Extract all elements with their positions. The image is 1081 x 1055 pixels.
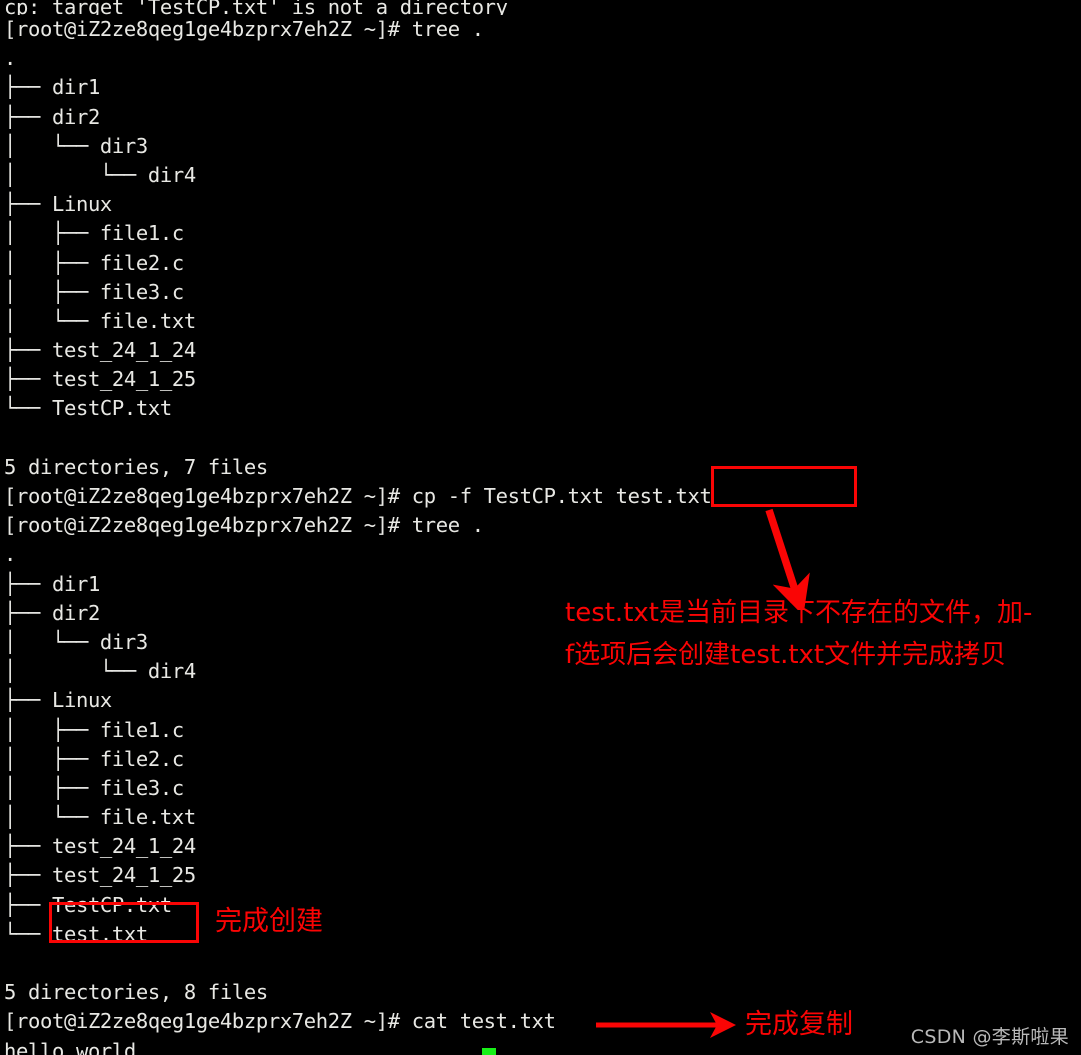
- terminal-line-summary-1: 5 directories, 7 files: [4, 454, 268, 479]
- terminal-line-test24125-2: ├── test_24_1_25: [4, 863, 196, 888]
- terminal-line-linux-2: ├── Linux: [4, 688, 112, 713]
- terminal-line-prompt-tree-2: [root@iZ2ze8qeg1ge4bzprx7eh2Z ~]# tree .: [4, 513, 484, 538]
- terminal-line-dir1-1: ├── dir1: [4, 75, 100, 100]
- terminal-line-filetxt-1: │ └── file.txt: [4, 308, 196, 333]
- terminal-line-summary-2: 5 directories, 8 files: [4, 980, 268, 1005]
- terminal-line-prompt-tree-1: [root@iZ2ze8qeg1ge4bzprx7eh2Z ~]# tree .: [4, 17, 484, 41]
- terminal-line-test24125-1: ├── test_24_1_25: [4, 367, 196, 392]
- terminal-window: cp: target 'TestCP.txt' is not a directo…: [0, 0, 1081, 1055]
- terminal-line-file1c-2: │ ├── file1.c: [4, 717, 184, 742]
- terminal-line-prompt-cp: [root@iZ2ze8qeg1ge4bzprx7eh2Z ~]# cp -f …: [4, 484, 712, 508]
- terminal-line-file3c-1: │ ├── file3.c: [4, 279, 184, 304]
- terminal-line-blank-1: [4, 424, 1081, 453]
- terminal-line-test24124-2: ├── test_24_1_24: [4, 834, 196, 859]
- terminal-line-file1c-1: │ ├── file1.c: [4, 221, 184, 246]
- terminal-output[interactable]: cp: target 'TestCP.txt' is not a directo…: [4, 0, 1081, 1055]
- terminal-line-testtxt-new: └── test.txt: [4, 921, 148, 946]
- terminal-line-file2c-2: │ ├── file2.c: [4, 746, 184, 771]
- annotation-paragraph: test.txt是当前目录下不存在的文件，加-f选项后会创建test.txt文件…: [565, 598, 1033, 670]
- terminal-line-file3c-2: │ ├── file3.c: [4, 775, 184, 800]
- terminal-cursor: [482, 1048, 496, 1055]
- watermark: CSDN @李斯啦果: [910, 1026, 1069, 1048]
- annotation-created-label: 完成创建: [215, 906, 323, 937]
- annotation-copied-label: 完成复制: [745, 1009, 853, 1040]
- terminal-line-testcptxt-1: └── TestCP.txt: [4, 396, 172, 421]
- terminal-line-linux-1: ├── Linux: [4, 192, 112, 217]
- terminal-line-testcptxt-2: ├── TestCP.txt: [4, 892, 172, 917]
- terminal-line-error: cp: target 'TestCP.txt' is not a directo…: [4, 0, 508, 15]
- terminal-line-filetxt-2: │ └── file.txt: [4, 805, 196, 830]
- terminal-line-test24124-1: ├── test_24_1_24: [4, 338, 196, 363]
- terminal-line-dir4-1: │ └── dir4: [4, 162, 196, 187]
- terminal-line-file2c-1: │ ├── file2.c: [4, 250, 184, 275]
- terminal-line-blank-2: [4, 949, 1081, 978]
- terminal-line-tree-root-1: .: [4, 46, 16, 71]
- terminal-line-dir2-1: ├── dir2: [4, 104, 100, 129]
- terminal-line-tree-root-2: .: [4, 542, 16, 567]
- terminal-line-dir3-1: │ └── dir3: [4, 133, 148, 158]
